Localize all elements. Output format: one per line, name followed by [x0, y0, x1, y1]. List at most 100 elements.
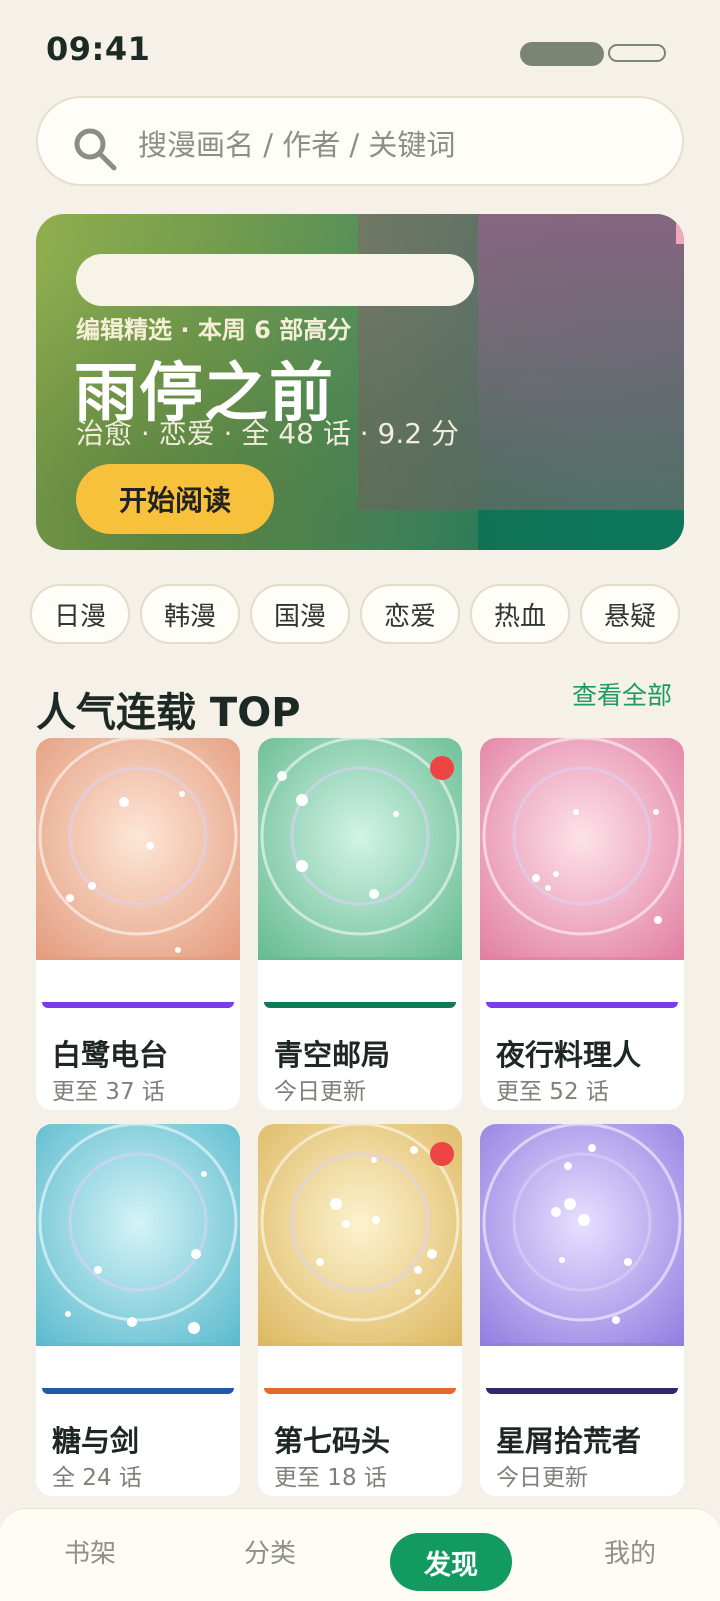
cover-sparkle — [612, 1316, 620, 1324]
genre-chips: 日漫 韩漫 国漫 恋爱 热血 悬疑 — [30, 584, 720, 646]
cover-sparkle — [414, 1266, 422, 1274]
cover-sparkle — [201, 1171, 207, 1177]
battery-icon — [608, 44, 666, 62]
comic-title: 星屑拾荒者 — [496, 1424, 642, 1458]
cover-sparkle — [179, 791, 185, 797]
comic-cover — [480, 738, 684, 960]
comic-card[interactable]: 夜行料理人 更至 52 话 — [480, 738, 684, 1110]
cover-sparkle — [553, 871, 559, 877]
card-color-band — [486, 1002, 678, 1008]
tab-category[interactable]: 分类 — [244, 1533, 296, 1570]
comic-progress: 更至 18 话 — [274, 1465, 387, 1491]
cover-background — [480, 738, 684, 960]
comic-title: 青空邮局 — [274, 1038, 391, 1072]
comic-progress: 更至 37 话 — [52, 1079, 165, 1105]
cover-sparkle — [66, 894, 74, 902]
cover-sparkle — [316, 1258, 324, 1266]
tab-mine[interactable]: 我的 — [604, 1533, 656, 1570]
comic-progress: 今日更新 — [274, 1079, 366, 1105]
search-placeholder[interactable]: 搜漫画名 / 作者 / 关键词 — [138, 122, 455, 164]
cover-sparkle — [559, 1257, 565, 1263]
cover-edge — [258, 957, 462, 960]
card-color-band — [486, 1388, 678, 1394]
comic-progress: 更至 52 话 — [496, 1079, 609, 1105]
comic-cover — [36, 1124, 240, 1346]
comic-title: 白鹭电台 — [52, 1038, 169, 1072]
comic-cover — [480, 1124, 684, 1346]
card-color-band — [42, 1002, 234, 1008]
comic-card[interactable]: 星屑拾荒者 今日更新 — [480, 1124, 684, 1496]
cover-sparkle — [371, 1157, 377, 1163]
cover-sparkle — [372, 1216, 380, 1224]
cover-sparkle — [119, 797, 129, 807]
cover-sparkle — [277, 771, 287, 781]
cover-edge — [36, 957, 240, 960]
featured-banner[interactable]: 编辑精选 · 本周 6 部高分 雨停之前 治愈 · 恋爱 · 全 48 话 · … — [36, 214, 684, 550]
cover-sparkle — [88, 882, 96, 890]
start-reading-button[interactable]: 开始阅读 — [76, 464, 274, 534]
tab-discover[interactable]: 发现 — [390, 1533, 512, 1591]
comic-title: 糖与剑 — [52, 1424, 140, 1458]
cover-sparkle — [369, 889, 379, 899]
cover-edge — [258, 1343, 462, 1346]
cover-art — [36, 1124, 240, 1346]
cover-art — [480, 1124, 684, 1346]
status-indicator-filled — [520, 42, 604, 66]
banner-tag-pill — [76, 254, 474, 306]
cover-sparkle — [296, 860, 308, 872]
comic-card[interactable]: 糖与剑 全 24 话 — [36, 1124, 240, 1496]
view-all-link[interactable]: 查看全部 — [572, 676, 672, 712]
chip-action[interactable]: 热血 — [470, 584, 570, 644]
comic-card[interactable]: 青空邮局 今日更新 — [258, 738, 462, 1110]
cover-sparkle — [573, 809, 579, 815]
cover-sparkle — [342, 1220, 350, 1228]
cover-sparkle — [393, 811, 399, 817]
comic-card[interactable]: 白鹭电台 更至 37 话 — [36, 738, 240, 1110]
cover-sparkle — [410, 1146, 418, 1154]
chip-japanese-manga[interactable]: 日漫 — [30, 584, 130, 644]
search-icon — [74, 128, 117, 171]
comic-cover — [36, 738, 240, 960]
chip-romance[interactable]: 恋爱 — [360, 584, 460, 644]
banner-meta: 治愈 · 恋爱 · 全 48 话 · 9.2 分 — [76, 417, 459, 450]
cover-sparkle — [191, 1249, 201, 1259]
cover-sparkle — [624, 1258, 632, 1266]
cover-edge — [36, 1343, 240, 1346]
comic-progress: 今日更新 — [496, 1465, 588, 1491]
cover-sparkle — [146, 842, 154, 850]
cover-edge — [480, 957, 684, 960]
cover-sparkle — [427, 1249, 437, 1259]
cover-sparkle — [588, 1144, 596, 1152]
new-badge-dot — [430, 1142, 454, 1166]
cover-sparkle — [127, 1317, 137, 1327]
section-title: 人气连载 TOP — [36, 690, 301, 736]
cover-background — [480, 1124, 684, 1346]
cover-sparkle — [532, 874, 540, 882]
chip-korean-manhwa[interactable]: 韩漫 — [140, 584, 240, 644]
banner-kicker: 编辑精选 · 本周 6 部高分 — [76, 316, 352, 344]
card-color-band — [264, 1388, 456, 1394]
cover-sparkle — [188, 1322, 200, 1334]
cover-sparkle — [551, 1207, 561, 1217]
bottom-tab-bar: 书架 分类 发现 我的 — [0, 1508, 720, 1601]
new-badge-dot — [430, 756, 454, 780]
chip-mystery[interactable]: 悬疑 — [580, 584, 680, 644]
cover-sparkle — [578, 1214, 590, 1226]
tab-bookshelf[interactable]: 书架 — [64, 1533, 116, 1570]
card-color-band — [42, 1388, 234, 1394]
comic-card[interactable]: 第七码头 更至 18 话 — [258, 1124, 462, 1496]
comic-title: 夜行料理人 — [496, 1038, 642, 1072]
cover-art — [36, 738, 240, 960]
status-time: 09:41 — [46, 30, 151, 68]
cover-sparkle — [94, 1266, 102, 1274]
search-bar[interactable]: 搜漫画名 / 作者 / 关键词 — [36, 96, 684, 186]
cover-sparkle — [296, 794, 308, 806]
chip-chinese-manhua[interactable]: 国漫 — [250, 584, 350, 644]
cover-sparkle — [564, 1198, 576, 1210]
cover-sparkle — [564, 1162, 572, 1170]
cover-sparkle — [415, 1289, 421, 1295]
comic-title: 第七码头 — [274, 1424, 391, 1458]
card-color-band — [264, 1002, 456, 1008]
cover-sparkle — [65, 1311, 71, 1317]
cover-sparkle — [654, 916, 662, 924]
